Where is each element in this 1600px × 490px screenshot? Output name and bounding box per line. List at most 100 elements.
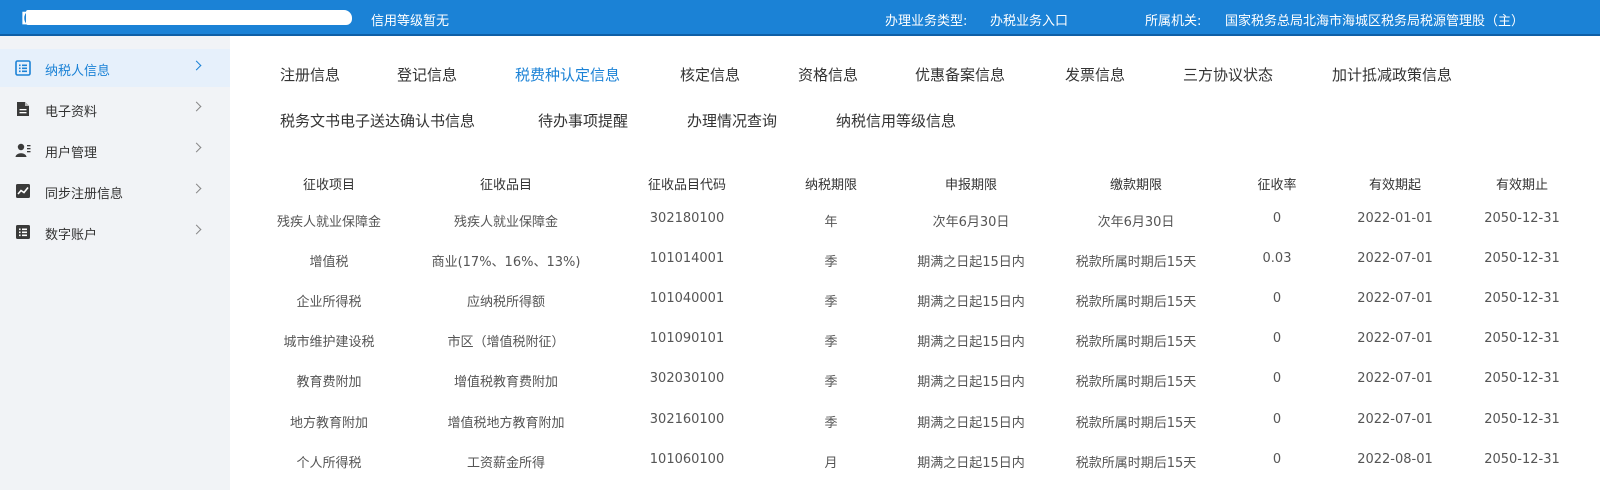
- table-cell: 0: [1272, 452, 1282, 467]
- table-cell: 2022-07-01: [1357, 371, 1433, 386]
- sidebar-item-label: 纳税人信息: [45, 64, 111, 79]
- table-cell: 税款所属时期后15天: [1075, 255, 1197, 270]
- table-cell: 期满之日起15日内: [917, 255, 1025, 270]
- table-cell: 税款所属时期后15天: [1075, 295, 1197, 310]
- column-header: 征收项目: [302, 178, 356, 193]
- tab-preferential-filing[interactable]: 优惠备案信息: [915, 64, 1005, 85]
- table-cell: 季: [824, 335, 838, 350]
- table-cell: 0: [1272, 331, 1282, 346]
- table-cell: 302180100: [649, 211, 725, 226]
- tab-tripartite-agreement[interactable]: 三方协议状态: [1183, 64, 1273, 85]
- table-cell: 2022-01-01: [1357, 211, 1433, 226]
- tab-invoice-info[interactable]: 发票信息: [1065, 64, 1125, 85]
- sidebar: 纳税人信息 电子资料 用户管理 同步注册信息 数字账户: [0, 36, 230, 490]
- table-cell: 季: [824, 416, 838, 431]
- top-bar-border: [0, 34, 1600, 36]
- column-header: 征收品目代码: [647, 178, 727, 193]
- list-icon: [15, 60, 31, 76]
- table-cell: 增值税: [309, 255, 349, 270]
- business-type-value[interactable]: 办税业务入口: [990, 10, 1068, 29]
- tab-registration-info[interactable]: 注册信息: [280, 64, 340, 85]
- tab-deduction-policy[interactable]: 加计抵减政策信息: [1332, 64, 1452, 85]
- table-cell: 月: [824, 456, 838, 471]
- tab-tax-type-identification[interactable]: 税费种认定信息: [515, 64, 620, 85]
- table-cell: 个人所得税: [296, 456, 362, 471]
- table-cell: 税款所属时期后15天: [1075, 375, 1197, 390]
- column-header: 缴款期限: [1109, 178, 1163, 193]
- table-cell: 地方教育附加: [289, 416, 369, 431]
- table-cell: 商业(17%、16%、13%): [431, 255, 581, 270]
- business-type-label: 办理业务类型:: [885, 14, 968, 29]
- top-bar: 【 信用等级暂无 办理业务类型: 办税业务入口 所属机关: 国家税务总局北海市海…: [0, 0, 1600, 34]
- chevron-right-icon: [191, 142, 202, 153]
- sidebar-item-user-management[interactable]: 用户管理: [0, 131, 230, 169]
- table-cell: 税款所属时期后15天: [1075, 416, 1197, 431]
- tab-assessment-info[interactable]: 核定信息: [680, 64, 740, 85]
- tab-credit-rating-info[interactable]: 纳税信用等级信息: [836, 110, 956, 131]
- chevron-right-icon: [191, 183, 202, 194]
- table-cell: 2022-07-01: [1357, 251, 1433, 266]
- table-cell: 税款所属时期后15天: [1075, 456, 1197, 471]
- table-cell: 季: [824, 295, 838, 310]
- tab-processing-query[interactable]: 办理情况查询: [687, 110, 777, 131]
- table-cell: 2022-08-01: [1357, 452, 1433, 467]
- table-cell: 101060100: [649, 452, 725, 467]
- table-cell: 期满之日起15日内: [917, 295, 1025, 310]
- table-cell: 0: [1272, 211, 1282, 226]
- table-cell: 2050-12-31: [1484, 211, 1560, 226]
- table-cell: 市区（增值税附征）: [447, 335, 565, 350]
- table-cell: 2050-12-31: [1484, 251, 1560, 266]
- tab-document-delivery[interactable]: 税务文书电子送达确认书信息: [280, 110, 475, 131]
- table-cell: 期满之日起15日内: [917, 416, 1025, 431]
- table-cell: 年: [824, 215, 838, 230]
- document-icon: [17, 102, 29, 116]
- tab-record-info[interactable]: 登记信息: [397, 64, 457, 85]
- authority-label: 所属机关:: [1145, 14, 1202, 29]
- chevron-right-icon: [191, 101, 202, 112]
- table-cell: 期满之日起15日内: [917, 456, 1025, 471]
- table-cell: 2050-12-31: [1484, 371, 1560, 386]
- table-cell: 增值税教育费附加: [453, 375, 559, 390]
- table-cell: 次年6月30日: [932, 215, 1010, 230]
- table-cell: 101040001: [649, 291, 725, 306]
- table-cell: 101090101: [649, 331, 725, 346]
- tab-qualification-info[interactable]: 资格信息: [798, 64, 858, 85]
- table-cell: 2050-12-31: [1484, 412, 1560, 427]
- table-cell: 季: [824, 375, 838, 390]
- table-cell: 101014001: [649, 251, 725, 266]
- table-cell: 302160100: [649, 412, 725, 427]
- table-cell: 2022-07-01: [1357, 412, 1433, 427]
- sidebar-item-label: 数字账户: [45, 228, 98, 243]
- chart-icon: [16, 184, 30, 198]
- redacted-taxpayer-name: [26, 10, 352, 25]
- list-icon: [16, 225, 30, 239]
- credit-level-text: 信用等级暂无: [371, 14, 450, 29]
- sidebar-item-sync-registration[interactable]: 同步注册信息: [0, 172, 230, 210]
- tab-todo-reminder[interactable]: 待办事项提醒: [538, 110, 628, 131]
- user-icon: [15, 143, 31, 157]
- table-cell: 0: [1272, 412, 1282, 427]
- table-cell: 工资薪金所得: [466, 456, 546, 471]
- table-cell: 0.03: [1262, 251, 1292, 266]
- column-header: 征收品目: [479, 178, 533, 193]
- chevron-right-icon: [191, 224, 202, 235]
- column-header: 有效期起: [1368, 178, 1422, 193]
- table-cell: 2050-12-31: [1484, 331, 1560, 346]
- table-cell: 增值税地方教育附加: [447, 416, 565, 431]
- table-cell: 2050-12-31: [1484, 452, 1560, 467]
- sidebar-item-electronic-docs[interactable]: 电子资料: [0, 90, 230, 128]
- table-cell: 季: [824, 255, 838, 270]
- table-cell: 2022-07-01: [1357, 331, 1433, 346]
- table-cell: 残疾人就业保障金: [276, 215, 382, 230]
- table-cell: 0: [1272, 371, 1282, 386]
- sidebar-item-label: 用户管理: [45, 146, 98, 161]
- table-cell: 0: [1272, 291, 1282, 306]
- table-cell: 2050-12-31: [1484, 291, 1560, 306]
- table-cell: 期满之日起15日内: [917, 375, 1025, 390]
- table-cell: 教育费附加: [296, 375, 362, 390]
- authority-value: 国家税务总局北海市海城区税务局税源管理股（主）: [1225, 14, 1525, 29]
- chevron-right-icon: [191, 60, 202, 71]
- sidebar-item-digital-account[interactable]: 数字账户: [0, 213, 230, 251]
- sidebar-item-taxpayer-info[interactable]: 纳税人信息: [0, 49, 230, 87]
- table-cell: 期满之日起15日内: [917, 335, 1025, 350]
